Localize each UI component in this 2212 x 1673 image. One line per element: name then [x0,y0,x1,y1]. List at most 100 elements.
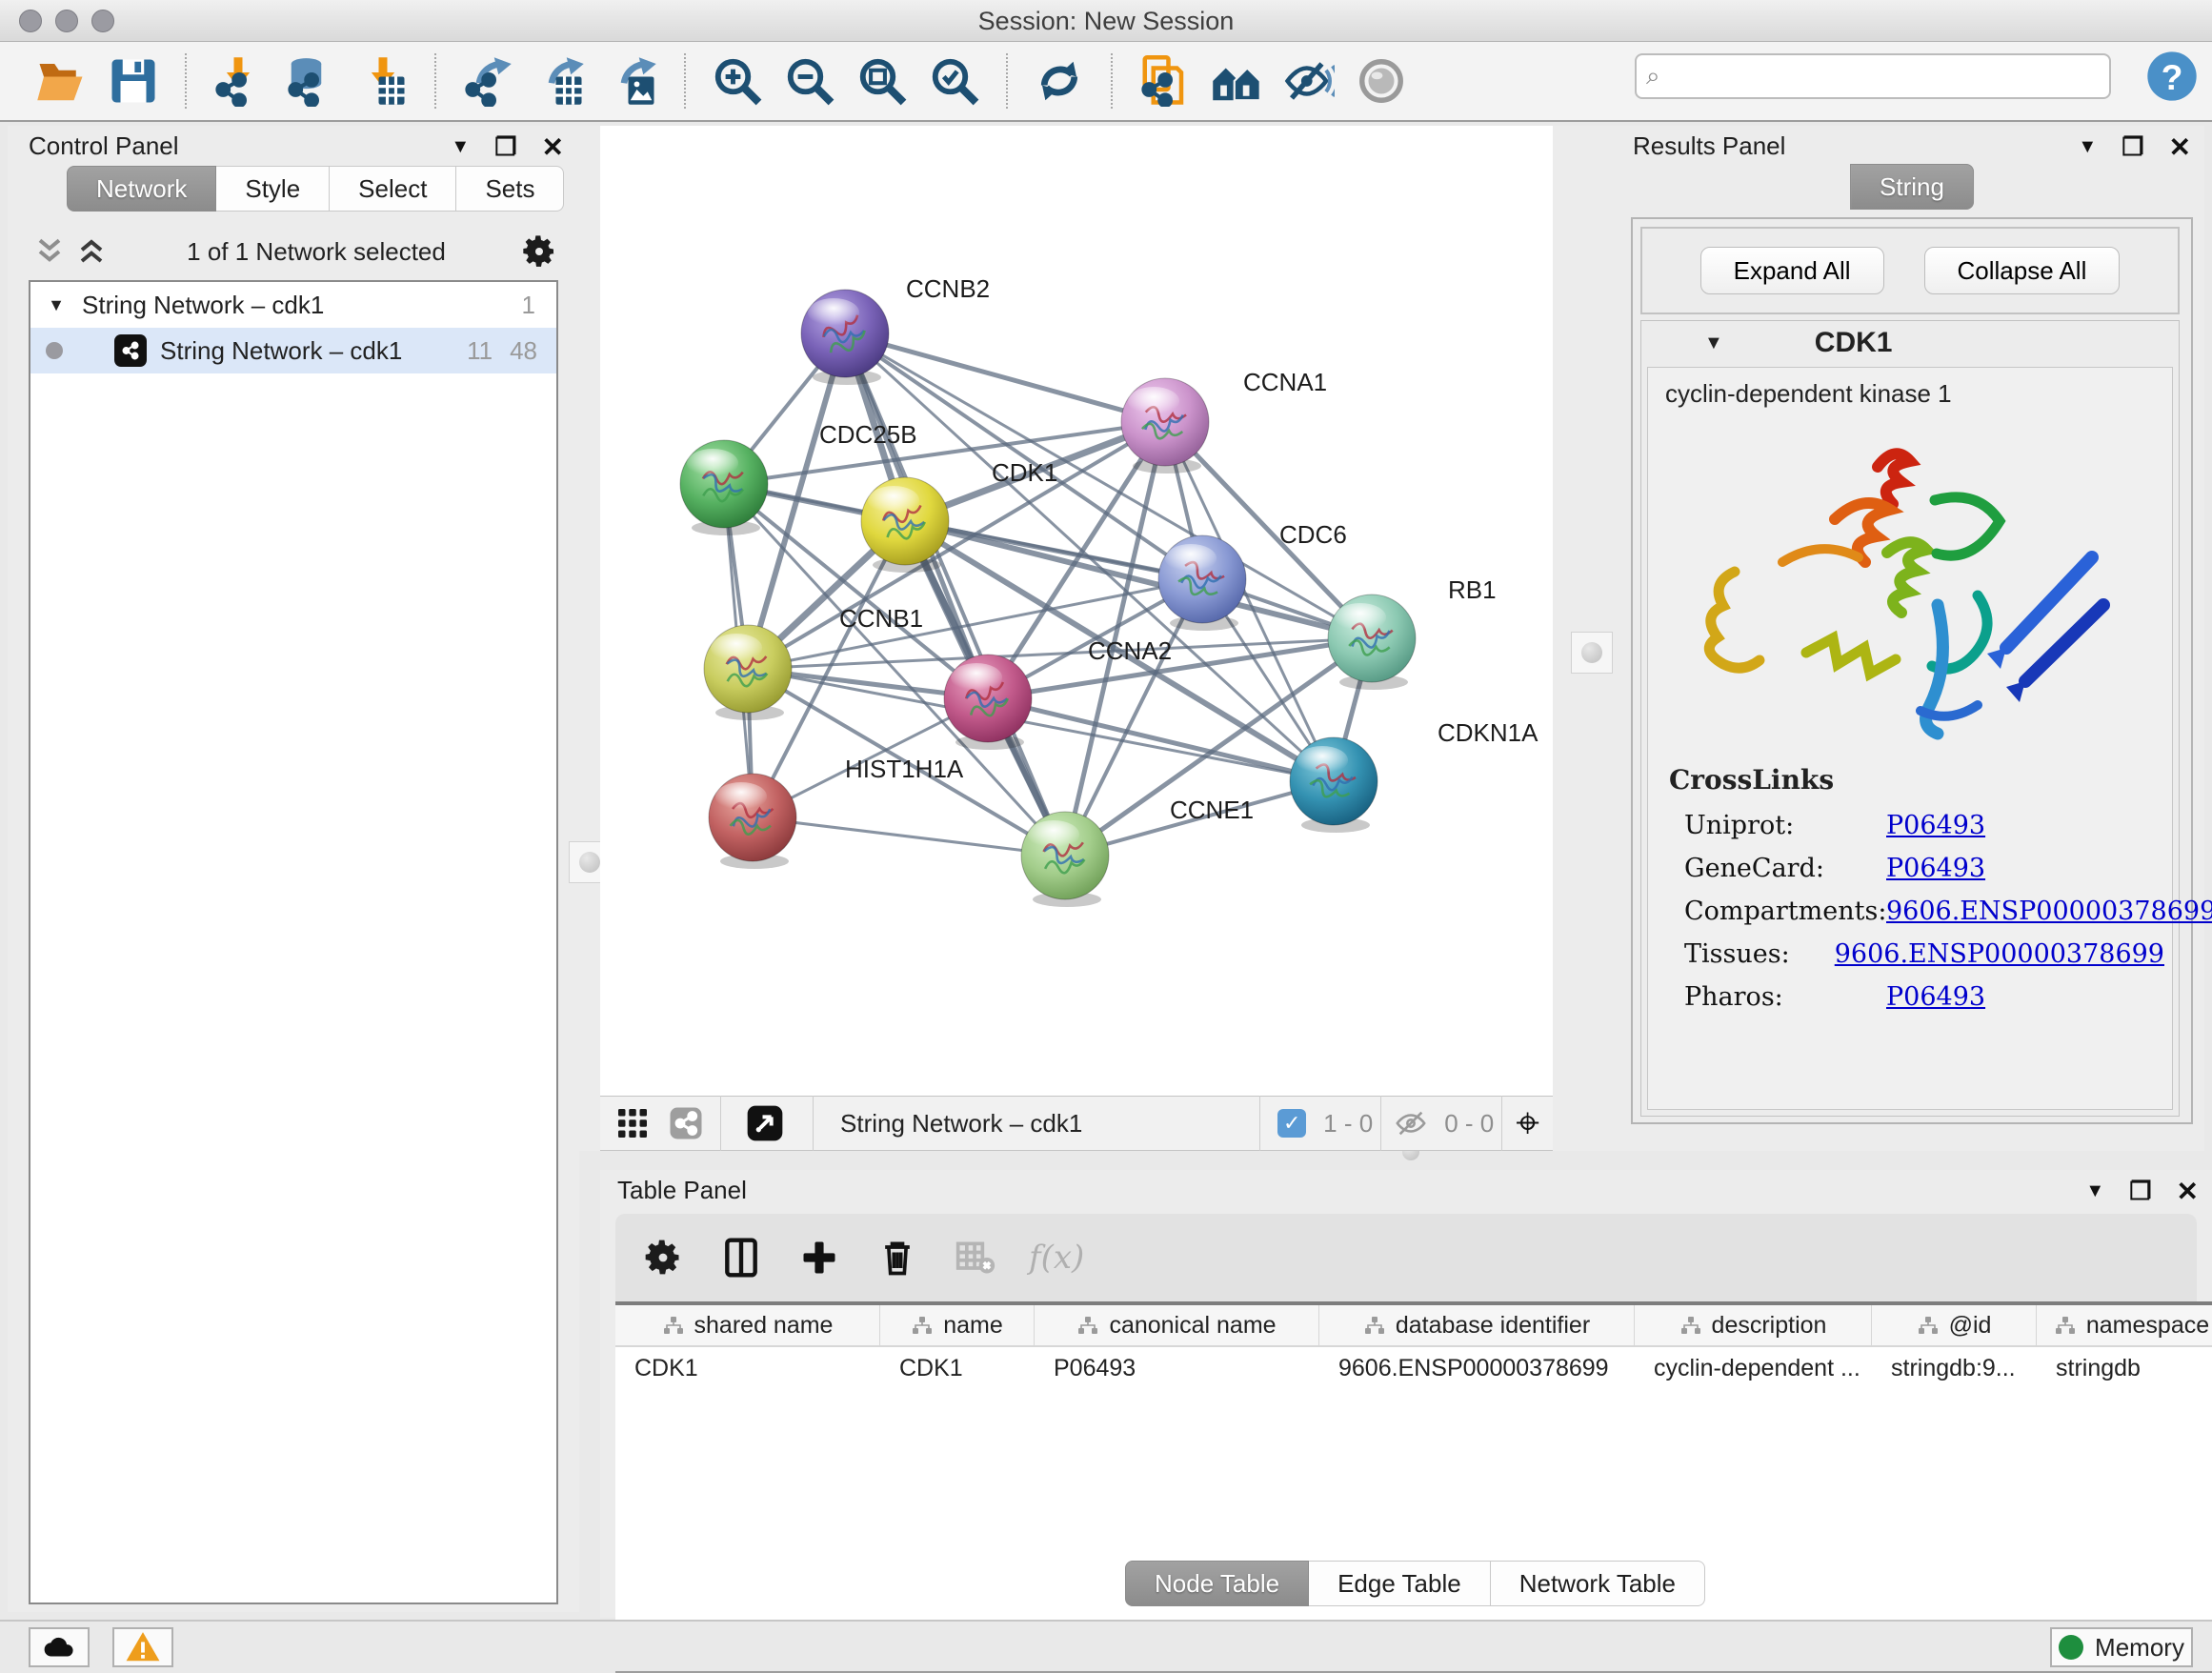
tab-node-table[interactable]: Node Table [1125,1561,1309,1606]
clone-network-button[interactable] [1128,50,1200,111]
column-header-name[interactable]: name [880,1305,1035,1345]
tab-network[interactable]: Network [67,166,216,212]
delete-column-trash-icon[interactable] [873,1233,922,1282]
search-input[interactable] [1670,63,2109,90]
cloud-status-button[interactable] [29,1627,90,1667]
search-box[interactable]: ⌕ [1635,53,2111,99]
crosslink-link[interactable]: P06493 [1886,982,1985,1012]
create-column-plus-icon[interactable] [794,1233,844,1282]
expand-all-button[interactable]: Expand All [1700,247,1884,294]
crosslink-link[interactable]: 9606.ENSP00000378699 [1835,939,2164,969]
network-options-gear-icon[interactable] [520,232,558,271]
node-CDC6[interactable] [1158,535,1246,631]
network-collection-row[interactable]: ▼ String Network – cdk1 1 [30,282,556,328]
crosslink-link[interactable]: P06493 [1886,854,1985,883]
current-network-dot-icon [46,342,63,359]
table-row[interactable]: CDK1CDK1P064939606.ENSP00000378699cyclin… [615,1347,2212,1389]
node-CDC25B[interactable] [680,440,768,535]
zoom-out-icon [784,55,835,107]
cell-database-identifier[interactable]: 9606.ENSP00000378699 [1319,1347,1635,1389]
edge-CCNA1-CDC25B[interactable] [724,422,1165,484]
right-splitter-handle[interactable] [1571,632,1613,674]
import-network-database-button[interactable] [274,50,347,111]
crosshair-icon[interactable]: ⌖ [1516,1099,1539,1147]
node-CCNB1[interactable] [704,625,792,720]
tab-edge-table[interactable]: Edge Table [1309,1561,1491,1606]
warnings-button[interactable] [112,1627,173,1667]
memory-button[interactable]: Memory [2050,1627,2193,1667]
tab-sets[interactable]: Sets [456,166,564,212]
help-button[interactable]: ? [2145,50,2199,103]
tab-network-table[interactable]: Network Table [1491,1561,1705,1606]
crosslink-link[interactable]: 9606.ENSP00000378699 [1886,897,2212,926]
import-table-button[interactable] [347,50,419,111]
column-header-@id[interactable]: @id [1872,1305,2037,1345]
control-panel-float-icon[interactable]: ❐ [494,132,516,162]
column-header-shared-name[interactable]: shared name [615,1305,880,1345]
table-settings-gear-icon[interactable] [638,1233,688,1282]
results-panel-float-icon[interactable]: ❐ [2122,132,2143,162]
open-file-button[interactable] [25,50,97,111]
table-panel-close-icon[interactable]: ✕ [2177,1176,2199,1207]
function-builder-icon: f(x) [1029,1239,1084,1277]
node-HIST1H1A[interactable] [709,774,796,869]
node-RB1[interactable] [1328,595,1416,690]
zoom-fit-button[interactable] [846,50,918,111]
zoom-selected-button[interactable] [918,50,991,111]
save-session-button[interactable] [97,50,170,111]
export-network-button[interactable] [452,50,524,111]
export-table-button[interactable] [524,50,596,111]
control-panel-menu-icon[interactable]: ▼ [451,136,470,158]
tab-string[interactable]: String [1850,164,1974,210]
node-CCNA2[interactable] [944,655,1032,750]
results-panel-close-icon[interactable]: ✕ [2169,131,2191,163]
column-header-description[interactable]: description [1635,1305,1872,1345]
collapse-all-chevron-icon[interactable] [70,232,112,271]
first-neighbors-button[interactable] [1200,50,1273,111]
table-panel-menu-icon[interactable]: ▼ [2085,1180,2104,1202]
collapse-all-button[interactable]: Collapse All [1924,247,2121,294]
expand-all-chevron-icon[interactable] [29,232,70,271]
selected-checkbox-icon[interactable]: ✓ [1277,1109,1306,1138]
node-CCNA1[interactable] [1121,378,1209,474]
cell-namespace[interactable]: stringdb [2037,1347,2212,1389]
network-view-canvas[interactable]: CCNB2 CCNA1 CDC25B CDK1 CDC6 RB1 CCNB1 C… [600,126,1553,1096]
show-columns-icon[interactable] [716,1233,766,1282]
edge-CCNA2-CDKN1A[interactable] [988,698,1334,781]
column-header-canonical-name[interactable]: canonical name [1035,1305,1319,1345]
gene-expander-icon[interactable]: ▼ [1704,333,1723,354]
refresh-button[interactable] [1023,50,1096,111]
table-panel-float-icon[interactable]: ❐ [2129,1177,2151,1206]
show-all-button[interactable] [1345,50,1418,111]
export-table-icon [534,55,586,107]
left-splitter[interactable] [579,126,600,1151]
cell-shared-name[interactable]: CDK1 [615,1347,880,1389]
cell-canonical-name[interactable]: P06493 [1035,1347,1319,1389]
node-label-CDK1: CDK1 [992,458,1057,487]
zoom-in-button[interactable] [701,50,774,111]
tree-expander-icon[interactable]: ▼ [30,295,82,315]
tab-style[interactable]: Style [216,166,330,212]
column-type-icon [2054,1314,2077,1337]
zoom-out-button[interactable] [774,50,846,111]
cell-description[interactable]: cyclin-dependent ... [1635,1347,1872,1389]
network-row-selected[interactable]: String Network – cdk1 11 48 [30,328,556,373]
column-header-namespace[interactable]: namespace [2037,1305,2212,1345]
cell-name[interactable]: CDK1 [880,1347,1035,1389]
cell-@id[interactable]: stringdb:9... [1872,1347,2037,1389]
control-panel-close-icon[interactable]: ✕ [542,131,564,163]
tab-select[interactable]: Select [330,166,456,212]
column-header-database-identifier[interactable]: database identifier [1319,1305,1635,1345]
import-network-button[interactable] [202,50,274,111]
export-image-button[interactable] [596,50,669,111]
grid-view-icon[interactable] [615,1106,650,1140]
network-share-view-icon[interactable] [669,1106,703,1140]
node-CCNE1[interactable] [1021,812,1109,907]
gene-section-header[interactable]: ▼ CDK1 [1641,321,2179,365]
edge-HIST1H1A-CCNE1[interactable] [753,817,1065,856]
node-CDKN1A[interactable] [1290,737,1377,833]
results-panel-menu-icon[interactable]: ▼ [2078,136,2097,158]
hide-selected-button[interactable] [1273,50,1345,111]
crosslink-link[interactable]: P06493 [1886,811,1985,840]
birds-eye-view-icon[interactable] [746,1104,784,1142]
